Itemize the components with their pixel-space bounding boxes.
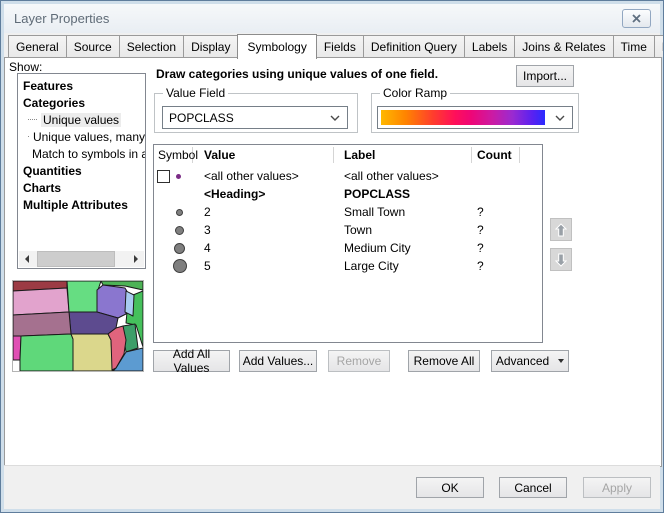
- color-ramp-combo[interactable]: [377, 106, 573, 129]
- color-ramp-group: Color Ramp: [371, 93, 579, 133]
- value-field-combo[interactable]: POPCLASS: [162, 106, 348, 129]
- table-row-all-other-values[interactable]: <all other values> <all other values>: [154, 167, 542, 185]
- remove-button: Remove: [328, 350, 390, 372]
- add-all-values-button[interactable]: Add All Values: [153, 350, 230, 372]
- graduated-circle-icon[interactable]: [173, 259, 187, 273]
- chevron-down-icon: [555, 115, 565, 121]
- all-other-values-symbol[interactable]: [154, 167, 193, 185]
- window-title: Layer Properties: [14, 11, 109, 26]
- footer-bar: OK Cancel Apply: [4, 465, 660, 509]
- tree-connector: [28, 119, 37, 120]
- scroll-left-arrow[interactable]: [19, 251, 35, 267]
- cancel-button[interactable]: Cancel: [499, 477, 567, 498]
- scroll-thumb[interactable]: [37, 251, 115, 267]
- tab-time[interactable]: Time: [613, 35, 655, 57]
- scroll-right-arrow[interactable]: [128, 251, 144, 267]
- right-triangle-icon: [134, 255, 138, 263]
- tab-fields[interactable]: Fields: [316, 35, 364, 57]
- value-field-label: Value Field: [163, 86, 228, 100]
- all-other-values-checkbox[interactable]: [157, 170, 170, 183]
- close-button[interactable]: [622, 9, 651, 28]
- advanced-button[interactable]: Advanced: [491, 350, 569, 372]
- show-item-features[interactable]: Features: [18, 77, 145, 94]
- table-row-heading[interactable]: <Heading> POPCLASS: [154, 185, 542, 203]
- titlebar: Layer Properties: [4, 4, 660, 33]
- show-list: Features Categories Unique values Unique…: [17, 73, 146, 269]
- table-header: Symbol Value Label Count: [154, 145, 542, 165]
- left-triangle-icon: [25, 255, 29, 263]
- values-table: Symbol Value Label Count <all other valu…: [153, 144, 543, 343]
- close-icon: [632, 14, 641, 23]
- move-down-button[interactable]: [550, 248, 572, 271]
- column-header-label: Label: [334, 147, 472, 163]
- tab-general[interactable]: General: [8, 35, 67, 57]
- map-preview: [12, 280, 144, 372]
- tab-display[interactable]: Display: [183, 35, 238, 57]
- arrow-down-icon: [555, 253, 567, 267]
- show-label: Show:: [9, 60, 42, 74]
- layer-properties-dialog: Layer Properties General Source Selectio…: [0, 0, 664, 513]
- import-button[interactable]: Import...: [516, 65, 574, 87]
- point-symbol-icon: [176, 174, 181, 179]
- graduated-circle-icon[interactable]: [174, 243, 185, 254]
- arrow-up-icon: [555, 223, 567, 237]
- show-item-multiple-attributes[interactable]: Multiple Attributes: [18, 196, 145, 213]
- table-row-value-2[interactable]: 2 Small Town ?: [154, 203, 542, 221]
- add-values-button[interactable]: Add Values...: [239, 350, 317, 372]
- tab-source[interactable]: Source: [66, 35, 120, 57]
- column-header-value: Value: [193, 147, 334, 163]
- value-field-group: Value Field POPCLASS: [154, 93, 358, 133]
- show-item-unique-values-many[interactable]: Unique values, many: [18, 128, 145, 145]
- show-item-unique-values[interactable]: Unique values: [18, 111, 145, 128]
- tab-bar: General Source Selection Display Symbolo…: [8, 35, 664, 57]
- remove-all-button[interactable]: Remove All: [408, 350, 480, 372]
- tab-symbology[interactable]: Symbology: [237, 34, 316, 59]
- table-row-value-3[interactable]: 3 Town ?: [154, 221, 542, 239]
- tab-definition-query[interactable]: Definition Query: [363, 35, 465, 57]
- chevron-down-icon: [330, 115, 340, 121]
- dropdown-caret-icon: [558, 359, 564, 363]
- show-item-categories[interactable]: Categories: [18, 94, 145, 111]
- move-up-button[interactable]: [550, 218, 572, 241]
- show-item-match-to-symbols[interactable]: Match to symbols in a: [18, 145, 145, 162]
- show-item-quantities[interactable]: Quantities: [18, 162, 145, 179]
- table-row-value-5[interactable]: 5 Large City ?: [154, 257, 542, 275]
- apply-button: Apply: [583, 477, 651, 498]
- show-item-charts[interactable]: Charts: [18, 179, 145, 196]
- tab-joins-relates[interactable]: Joins & Relates: [514, 35, 613, 57]
- column-header-symbol: Symbol: [154, 147, 193, 163]
- table-row-value-4[interactable]: 4 Medium City ?: [154, 239, 542, 257]
- color-ramp-gradient: [381, 110, 545, 125]
- ok-button[interactable]: OK: [416, 477, 484, 498]
- graduated-circle-icon[interactable]: [176, 209, 183, 216]
- color-ramp-label: Color Ramp: [380, 86, 450, 100]
- graduated-circle-icon[interactable]: [175, 226, 184, 235]
- value-field-value: POPCLASS: [169, 111, 234, 125]
- tree-connector: [28, 136, 29, 137]
- tab-labels[interactable]: Labels: [464, 35, 515, 57]
- horizontal-scrollbar[interactable]: [19, 251, 144, 267]
- column-header-count: Count: [472, 147, 520, 163]
- tab-selection[interactable]: Selection: [119, 35, 184, 57]
- draw-method-heading: Draw categories using unique values of o…: [156, 67, 438, 81]
- map-preview-image: [13, 281, 143, 371]
- tab-html-popup[interactable]: HTML Popup: [654, 35, 664, 57]
